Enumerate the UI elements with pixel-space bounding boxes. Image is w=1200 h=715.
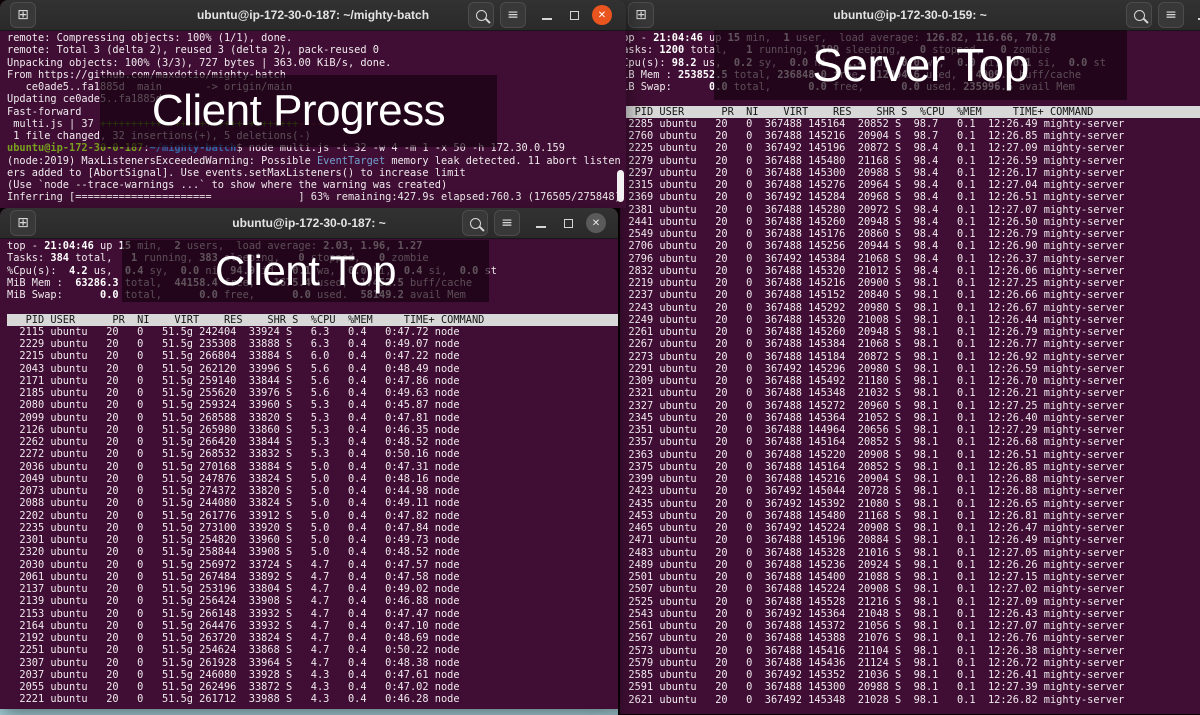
scrollbar-thumb[interactable] <box>617 170 624 202</box>
window-title: ubuntu@ip-172-30-0-159: ~ <box>833 0 986 30</box>
maximize-button[interactable] <box>557 210 579 236</box>
search-button[interactable] <box>468 2 494 28</box>
search-icon <box>1134 10 1145 21</box>
window-title: ubuntu@ip-172-30-0-187: ~/mighty-batch <box>197 0 429 30</box>
maximize-icon <box>564 219 573 228</box>
search-icon <box>476 10 487 21</box>
window-title: ubuntu@ip-172-30-0-187: ~ <box>232 208 385 238</box>
close-button[interactable]: ✕ <box>586 213 606 233</box>
caption-client-top: Client Top <box>122 240 489 302</box>
search-button[interactable] <box>1126 2 1152 28</box>
search-icon <box>470 218 481 229</box>
new-tab-icon: ⊞ <box>17 215 29 231</box>
close-icon: ✕ <box>598 10 606 21</box>
new-tab-icon: ⊞ <box>17 7 29 23</box>
close-icon: ✕ <box>592 218 600 229</box>
menu-button[interactable]: ≡ <box>1158 2 1184 28</box>
close-button[interactable]: ✕ <box>592 5 612 25</box>
minimize-icon <box>536 226 546 228</box>
titlebar[interactable]: ⊞ ubuntu@ip-172-30-0-187: ~/mighty-batch… <box>0 0 626 31</box>
minimize-button[interactable] <box>536 2 558 28</box>
caption-server-top: Server Top <box>714 30 1127 100</box>
minimize-button[interactable] <box>530 210 552 236</box>
menu-button[interactable]: ≡ <box>500 2 526 28</box>
menu-icon: ≡ <box>507 7 519 23</box>
new-tab-button[interactable]: ⊞ <box>10 2 36 28</box>
search-button[interactable] <box>462 210 488 236</box>
titlebar[interactable]: ⊞ ubuntu@ip-172-30-0-159: ~ ≡ <box>620 0 1200 31</box>
menu-icon: ≡ <box>1165 7 1177 23</box>
caption-client-progress: Client Progress <box>100 75 497 147</box>
menu-button[interactable]: ≡ <box>494 210 520 236</box>
minimize-icon <box>542 18 552 20</box>
titlebar[interactable]: ⊞ ubuntu@ip-172-30-0-187: ~ ≡ ✕ <box>0 208 618 239</box>
minimize-button[interactable] <box>1192 2 1200 28</box>
new-tab-button[interactable]: ⊞ <box>10 210 36 236</box>
new-tab-button[interactable]: ⊞ <box>628 2 654 28</box>
new-tab-icon: ⊞ <box>635 7 647 23</box>
menu-icon: ≡ <box>501 215 513 231</box>
terminal-output[interactable]: top - 21:04:46 up 15 min, 1 user, load a… <box>620 30 1200 714</box>
window-server-top: ⊞ ubuntu@ip-172-30-0-159: ~ ≡ top - 21:0… <box>620 0 1200 714</box>
maximize-icon <box>570 11 579 20</box>
maximize-button[interactable] <box>563 2 585 28</box>
terminal-output[interactable]: top - 21:04:46 up 15 min, 2 users, load … <box>0 238 618 709</box>
